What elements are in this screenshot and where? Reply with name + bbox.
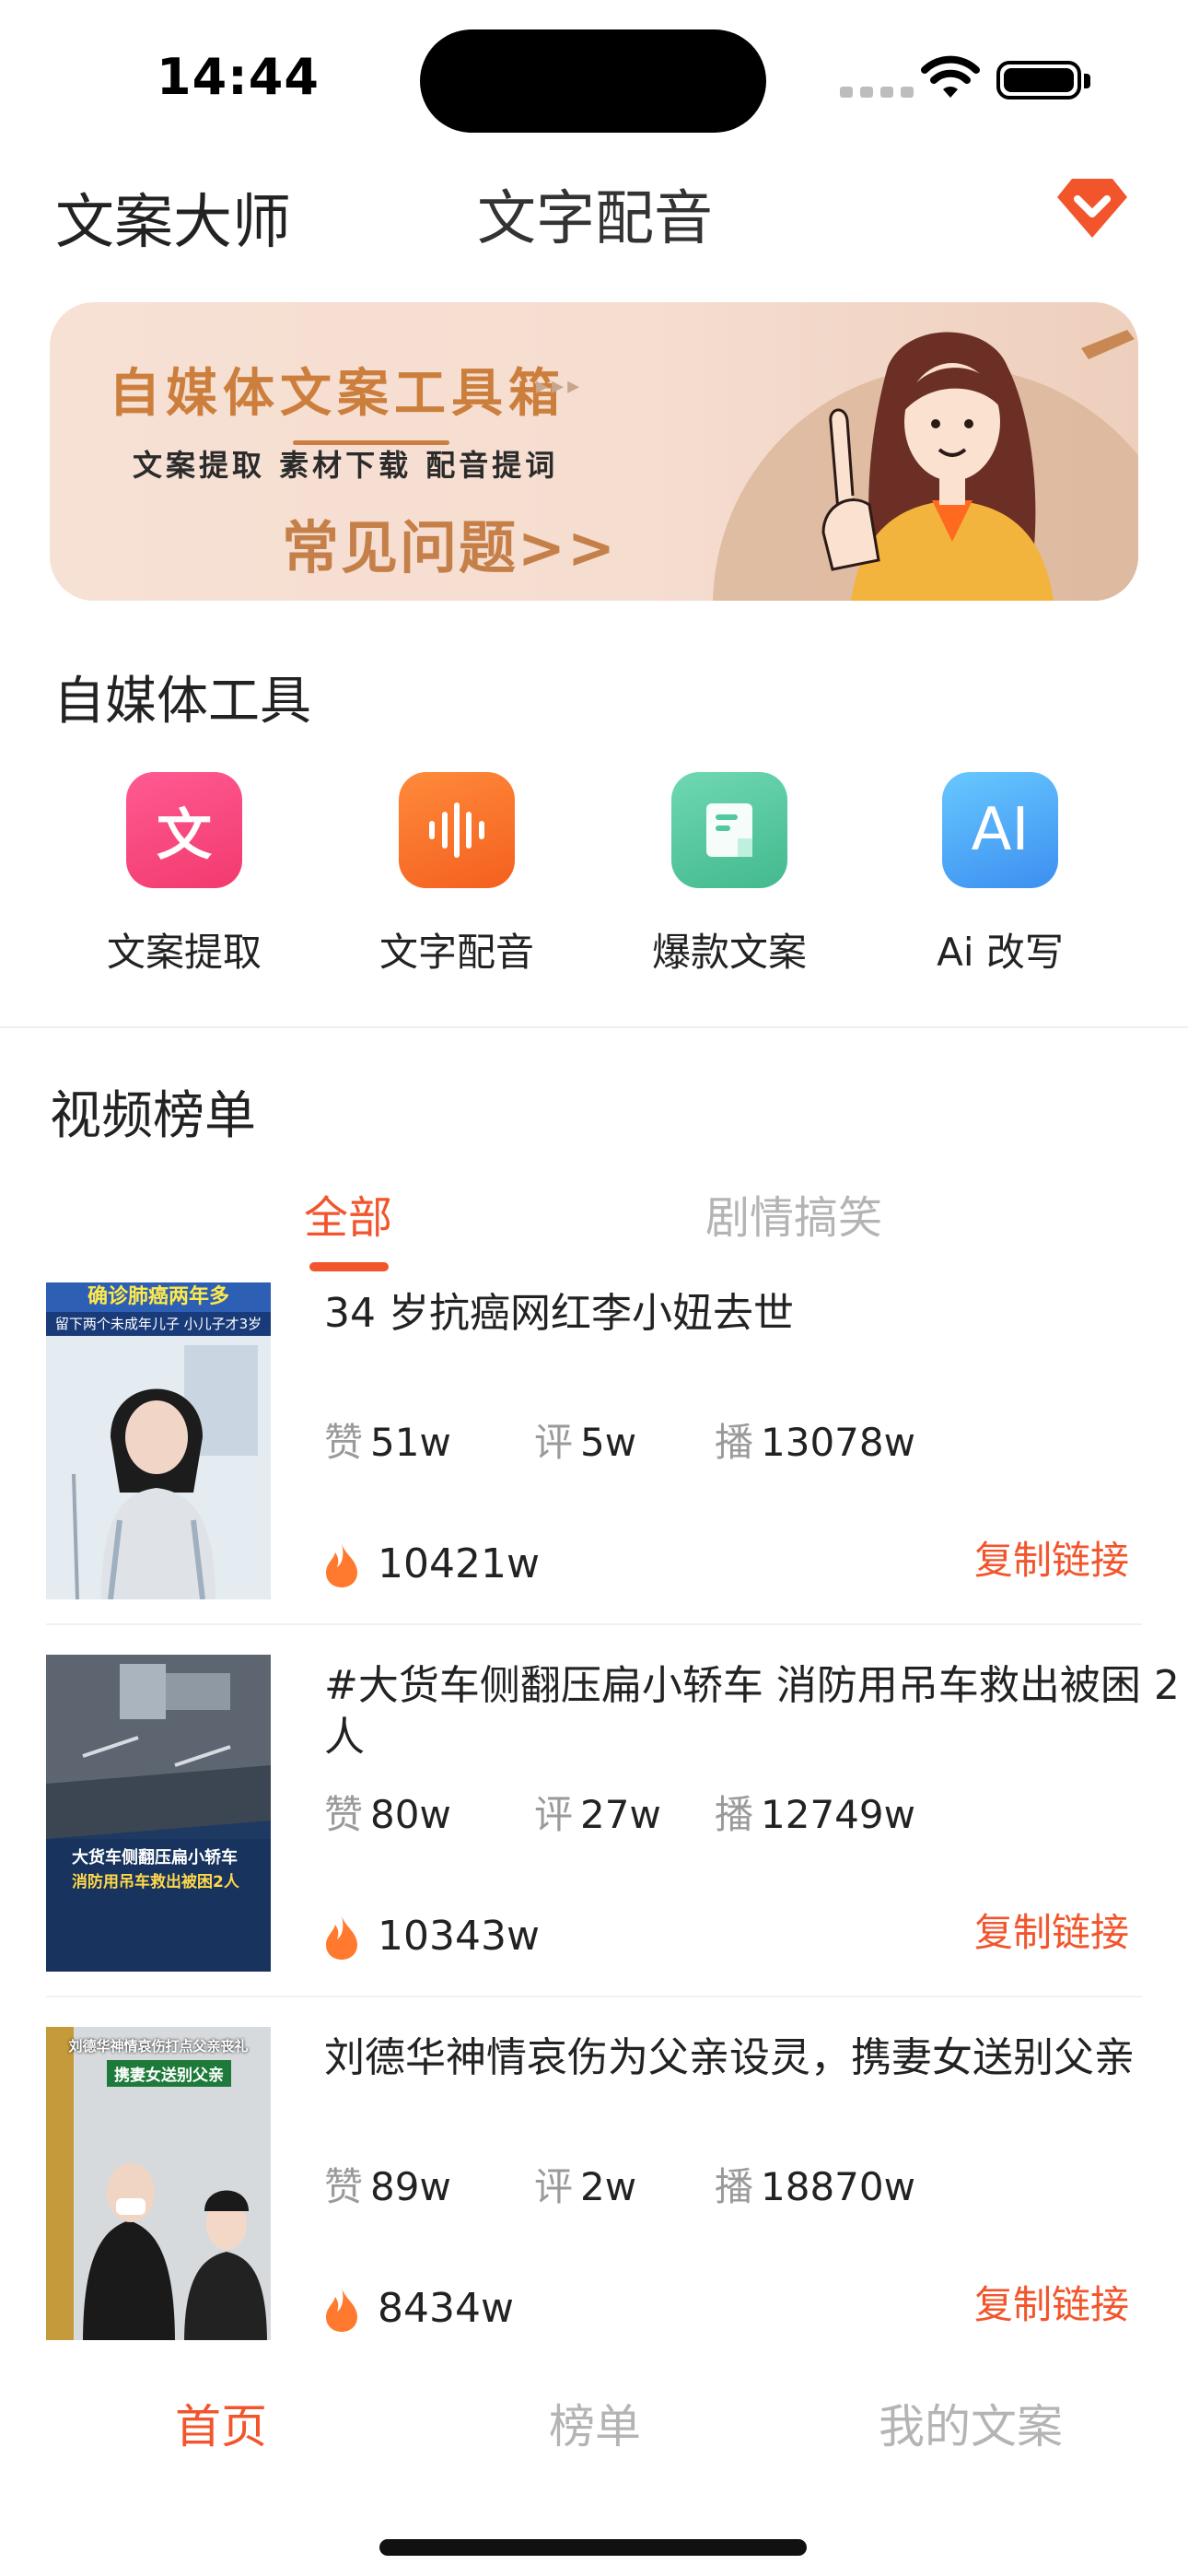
video-thumbnail-image: [46, 1336, 271, 1599]
tool-label: 文字配音: [379, 930, 534, 975]
thumbnail-caption: 刘德华神情哀伤打点父亲丧礼: [68, 2038, 249, 2055]
play-count: 播 18870w: [715, 2164, 915, 2209]
like-count: 赞 80w: [324, 1792, 451, 1837]
status-time: 14:44: [157, 48, 320, 106]
nav-ranking[interactable]: 榜单: [549, 2390, 641, 2456]
video-thumbnail[interactable]: 刘德华神情哀伤打点父亲丧礼 携妻女送别父亲: [46, 2027, 271, 2344]
play-count: 播 13078w: [715, 1420, 915, 1465]
document-icon: [671, 772, 787, 888]
copy-link-button[interactable]: 复制链接: [974, 2274, 1129, 2330]
home-indicator[interactable]: [379, 2539, 807, 2556]
video-thumbnail[interactable]: 确诊肺癌两年多 留下两个未成年儿子 小儿子才3岁: [46, 1282, 271, 1599]
cellular-signal-icon: [840, 87, 914, 98]
video-row[interactable]: 确诊肺癌两年多 留下两个未成年儿子 小儿子才3岁 34 岁抗癌网红李小妞去世 赞…: [46, 1282, 1142, 1625]
tab-text-dubbing[interactable]: 文字配音: [477, 171, 713, 256]
play-count: 播 12749w: [715, 1792, 915, 1837]
video-title: 刘德华神情哀伤为父亲设灵，携妻女送别父亲: [324, 2034, 1135, 2081]
tool-ai-rewrite[interactable]: AI Ai 改写: [880, 772, 1120, 978]
video-thumbnail[interactable]: 大货车侧翻压扁小轿车 消防用吊车救出被困2人: [46, 1655, 271, 1972]
heat-value: 10421w: [378, 1540, 540, 1587]
heat-score: 10421w: [324, 1540, 540, 1587]
thumbnail-caption: 确诊肺癌两年多: [46, 1282, 271, 1312]
copy-link-button[interactable]: 复制链接: [974, 1902, 1129, 1958]
thumbnail-subcaption: 留下两个未成年儿子 小儿子才3岁: [46, 1312, 271, 1336]
comment-count: 评 27w: [534, 1792, 661, 1837]
filter-tab-comedy[interactable]: 剧情搞笑: [705, 1181, 882, 1246]
banner-arrows: ▸▸▸: [536, 372, 584, 400]
thumbnail-subcaption: 携妻女送别父亲: [107, 2060, 231, 2087]
dynamic-island: [420, 29, 766, 133]
tool-viral-copy[interactable]: 爆款文案: [610, 772, 849, 978]
video-row[interactable]: 刘德华神情哀伤打点父亲丧礼 携妻女送别父亲 刘德华神情哀伤为父亲设灵，携妻女送别…: [46, 2027, 1142, 2346]
bottom-nav: 首页 榜单 我的文案: [0, 2340, 1188, 2576]
ai-icon: AI: [942, 772, 1058, 888]
tool-text-dubbing[interactable]: 文字配音: [337, 772, 577, 978]
video-row[interactable]: 大货车侧翻压扁小轿车 消防用吊车救出被困2人 #大货车侧翻压扁小轿车 消防用吊车…: [46, 1655, 1180, 1997]
copy-link-button[interactable]: 复制链接: [974, 1529, 1129, 1586]
tools-section-title: 自媒体工具: [53, 672, 311, 732]
comment-count: 评 2w: [534, 2164, 637, 2209]
video-title: 34 岁抗癌网红李小妞去世: [324, 1290, 794, 1337]
heat-score: 10343w: [324, 1913, 540, 1960]
video-thumbnail-image: [46, 1655, 271, 1972]
row-divider: [46, 1623, 1142, 1625]
nav-home[interactable]: 首页: [175, 2390, 267, 2456]
tool-label: Ai 改写: [937, 930, 1064, 975]
video-title: #大货车侧翻压扁小轿车 消防用吊车救出被困 2 人: [324, 1662, 1180, 1761]
heat-value: 10343w: [378, 1913, 540, 1960]
vip-diamond-icon[interactable]: [1055, 175, 1129, 241]
thumbnail-subcaption: 消防用吊车救出被困2人: [72, 1873, 239, 1891]
like-count: 赞 89w: [324, 2164, 451, 2209]
heat-value: 8434w: [378, 2285, 514, 2332]
banner-title: 自媒体文案工具箱: [109, 352, 565, 445]
app-title: 文案大师: [55, 189, 291, 257]
girl-illustration-icon: [821, 330, 1135, 601]
thumbnail-caption: 大货车侧翻压扁小轿车: [72, 1848, 238, 1868]
faq-banner[interactable]: 自媒体文案工具箱 ▸▸▸ 文案提取 素材下载 配音提词 常见问题>>: [50, 302, 1138, 601]
wifi-icon: [921, 55, 980, 98]
wen-text-icon: 文: [126, 772, 242, 888]
sound-wave-icon: [399, 772, 515, 888]
row-divider: [46, 1996, 1142, 1997]
tool-label: 文案提取: [106, 930, 262, 975]
banner-subtitle: 文案提取 素材下载 配音提词: [133, 448, 559, 483]
nav-my-copy[interactable]: 我的文案: [879, 2390, 1063, 2456]
tool-label: 爆款文案: [651, 930, 807, 975]
app-screen: 14:44 文案大师 文字配音 自媒体文案工具箱 ▸▸▸ 文案提取 素材下载 配…: [0, 0, 1188, 2576]
flame-icon: [326, 1542, 357, 1587]
section-divider: [0, 1026, 1188, 1028]
like-count: 赞 51w: [324, 1420, 451, 1465]
ranking-section-title: 视频榜单: [50, 1086, 256, 1146]
heat-score: 8434w: [324, 2285, 514, 2332]
tool-copy-extract[interactable]: 文 文案提取: [64, 772, 304, 978]
flame-icon: [326, 2287, 357, 2332]
battery-icon: [996, 61, 1090, 100]
flame-icon: [326, 1914, 357, 1960]
filter-tab-all[interactable]: 全部: [304, 1181, 392, 1271]
comment-count: 评 5w: [534, 1420, 637, 1465]
banner-faq-link[interactable]: 常见问题>>: [282, 501, 617, 584]
